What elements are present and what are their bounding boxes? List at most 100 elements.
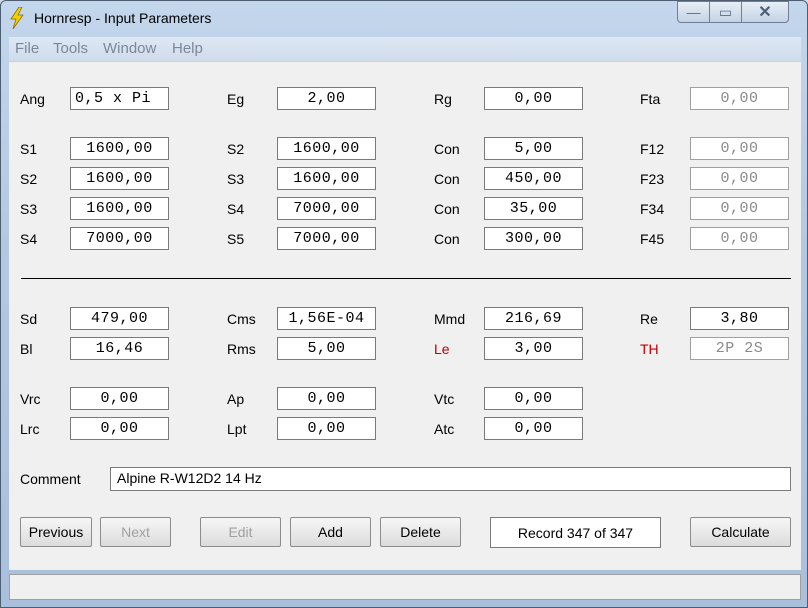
eg-field[interactable]: 2,00 xyxy=(277,87,376,110)
close-icon: ✕ xyxy=(758,4,772,21)
delete-button-label: Delete xyxy=(400,524,441,540)
minimize-button[interactable]: — xyxy=(677,1,710,23)
lpt-field[interactable]: 0,00 xyxy=(277,417,376,440)
s3-field[interactable]: 1600,00 xyxy=(70,197,169,220)
rms-label: Rms xyxy=(227,341,256,357)
con-label: Con xyxy=(434,171,460,187)
edit-button[interactable]: Edit xyxy=(200,517,281,547)
f34-field[interactable]: 0,00 xyxy=(690,197,789,220)
rg-label: Rg xyxy=(434,91,452,107)
th-field[interactable]: 2P 2S xyxy=(690,337,789,360)
vtc-label: Vtc xyxy=(434,391,455,407)
con-field[interactable]: 300,00 xyxy=(484,227,583,250)
con-field[interactable]: 450,00 xyxy=(484,167,583,190)
bl-field[interactable]: 16,46 xyxy=(70,337,169,360)
rg-field[interactable]: 0,00 xyxy=(484,87,583,110)
f45-field[interactable]: 0,00 xyxy=(690,227,789,250)
eg-label: Eg xyxy=(227,91,245,107)
s3-field[interactable]: 1600,00 xyxy=(277,167,376,190)
app-window: Hornresp - Input Parameters — ▭ ✕ File T… xyxy=(0,0,808,608)
atc-field[interactable]: 0,00 xyxy=(484,417,583,440)
maximize-icon: ▭ xyxy=(718,3,733,20)
f12-field[interactable]: 0,00 xyxy=(690,137,789,160)
s2-label: S2 xyxy=(227,141,245,157)
s1-label: S1 xyxy=(20,141,38,157)
con-label: Con xyxy=(434,201,460,217)
lrc-label: Lrc xyxy=(20,421,40,437)
menu-file[interactable]: File xyxy=(15,40,39,57)
edit-button-label: Edit xyxy=(228,524,253,540)
con-field[interactable]: 5,00 xyxy=(484,137,583,160)
s2-field[interactable]: 1600,00 xyxy=(70,167,169,190)
s2-label: S2 xyxy=(20,171,38,187)
next-button[interactable]: Next xyxy=(100,517,171,547)
rms-field[interactable]: 5,00 xyxy=(277,337,376,360)
cms-field[interactable]: 1,56E-04 xyxy=(277,307,376,330)
comment-label: Comment xyxy=(20,471,81,487)
next-button-label: Next xyxy=(121,524,150,540)
fta-field[interactable]: 0,00 xyxy=(690,87,789,110)
input-parameters-panel: Ang 0,5 x Pi Eg 2,00 Rg 0,00 Fta 0,00 S1… xyxy=(9,62,801,570)
cms-label: Cms xyxy=(227,311,256,327)
sd-field[interactable]: 479,00 xyxy=(70,307,169,330)
ap-label: Ap xyxy=(227,391,245,407)
ang-field[interactable]: 0,5 x Pi xyxy=(70,87,169,110)
vtc-field[interactable]: 0,00 xyxy=(484,387,583,410)
previous-button-label: Previous xyxy=(28,524,84,540)
s2-field[interactable]: 1600,00 xyxy=(277,137,376,160)
section-divider xyxy=(21,278,791,279)
maximize-button[interactable]: ▭ xyxy=(709,1,742,23)
s1-field[interactable]: 1600,00 xyxy=(70,137,169,160)
calculate-button[interactable]: Calculate xyxy=(690,517,791,547)
con-field[interactable]: 35,00 xyxy=(484,197,583,220)
s5-label: S5 xyxy=(227,231,245,247)
delete-button[interactable]: Delete xyxy=(380,517,461,547)
atc-label: Atc xyxy=(434,421,455,437)
s4-field[interactable]: 7000,00 xyxy=(70,227,169,250)
f34-label: F34 xyxy=(640,201,665,217)
ap-field[interactable]: 0,00 xyxy=(277,387,376,410)
menu-help[interactable]: Help xyxy=(172,40,203,57)
f12-label: F12 xyxy=(640,141,665,157)
re-field[interactable]: 3,80 xyxy=(690,307,789,330)
add-button-label: Add xyxy=(318,524,343,540)
status-bar xyxy=(9,574,801,600)
s3-label: S3 xyxy=(20,201,38,217)
vrc-label: Vrc xyxy=(20,391,41,407)
menu-window[interactable]: Window xyxy=(103,40,156,57)
ang-label: Ang xyxy=(20,91,45,107)
le-label: Le xyxy=(434,341,450,357)
bl-label: Bl xyxy=(20,341,33,357)
le-field[interactable]: 3,00 xyxy=(484,337,583,360)
con-label: Con xyxy=(434,141,460,157)
lightning-bolt-icon xyxy=(10,7,24,29)
record-indicator: Record 347 of 347 xyxy=(490,517,661,548)
lpt-label: Lpt xyxy=(227,421,247,437)
fta-label: Fta xyxy=(640,91,661,107)
mmd-label: Mmd xyxy=(434,311,466,327)
window-title: Hornresp - Input Parameters xyxy=(34,10,212,26)
f23-label: F23 xyxy=(640,171,665,187)
close-button[interactable]: ✕ xyxy=(741,1,789,23)
vrc-field[interactable]: 0,00 xyxy=(70,387,169,410)
title-bar[interactable]: Hornresp - Input Parameters — ▭ ✕ xyxy=(1,1,807,35)
menu-bar: File Tools Window Help xyxy=(9,37,801,61)
mmd-field[interactable]: 216,69 xyxy=(484,307,583,330)
previous-button[interactable]: Previous xyxy=(20,517,92,547)
menu-tools[interactable]: Tools xyxy=(53,40,88,57)
s4-label: S4 xyxy=(227,201,245,217)
s4-field[interactable]: 7000,00 xyxy=(277,197,376,220)
calculate-button-label: Calculate xyxy=(711,524,770,540)
s3-label: S3 xyxy=(227,171,245,187)
th-label: TH xyxy=(640,341,659,357)
re-label: Re xyxy=(640,311,658,327)
s5-field[interactable]: 7000,00 xyxy=(277,227,376,250)
sd-label: Sd xyxy=(20,311,38,327)
f45-label: F45 xyxy=(640,231,665,247)
f23-field[interactable]: 0,00 xyxy=(690,167,789,190)
comment-field[interactable]: Alpine R-W12D2 14 Hz xyxy=(110,467,791,491)
lrc-field[interactable]: 0,00 xyxy=(70,417,169,440)
con-label: Con xyxy=(434,231,460,247)
add-button[interactable]: Add xyxy=(290,517,371,547)
minimize-icon: — xyxy=(686,4,701,20)
